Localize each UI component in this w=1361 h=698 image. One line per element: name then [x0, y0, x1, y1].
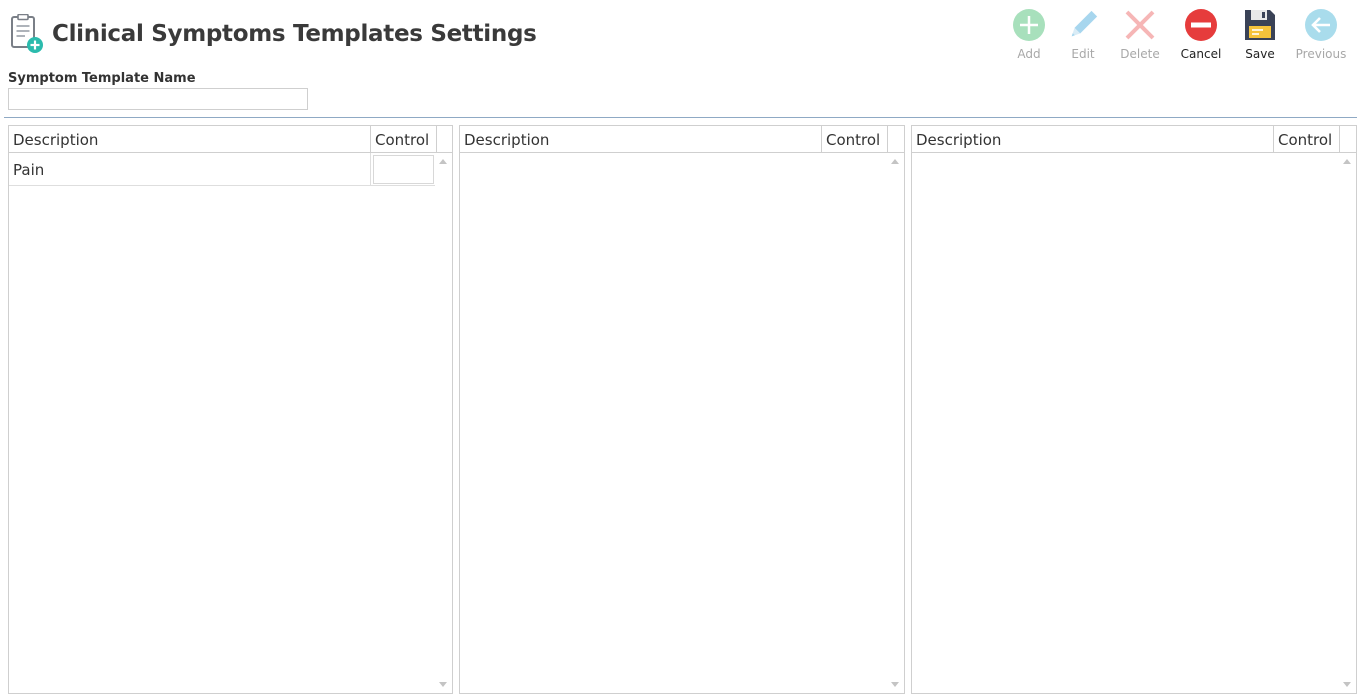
grid-scrollbar[interactable]	[887, 153, 904, 693]
symptom-grid-1: Description Control Pain	[8, 125, 453, 694]
column-header-description[interactable]: Description	[912, 126, 1274, 153]
edit-button[interactable]: Edit	[1055, 8, 1111, 64]
grid-header: Description Control	[460, 126, 904, 153]
template-name-label: Symptom Template Name	[8, 71, 196, 86]
cancel-icon	[1185, 9, 1217, 41]
scroll-up-arrow-icon[interactable]	[437, 156, 449, 168]
pencil-icon	[1071, 10, 1098, 37]
grid-scrollbar[interactable]	[435, 153, 452, 693]
symptom-grid-2: Description Control	[459, 125, 905, 694]
previous-label: Previous	[1295, 47, 1347, 61]
table-row[interactable]: Pain	[9, 153, 435, 186]
scroll-up-arrow-icon[interactable]	[1341, 156, 1353, 168]
grid-header: Description Control	[9, 126, 452, 153]
scroll-down-arrow-icon[interactable]	[1341, 678, 1353, 690]
add-button[interactable]: Add	[1001, 8, 1057, 64]
page-title: Clinical Symptoms Templates Settings	[52, 21, 537, 47]
template-name-input[interactable]	[8, 88, 308, 110]
toolbar: Add Edit Delete Cancel Save Previous	[1001, 8, 1361, 64]
delete-label: Delete	[1120, 47, 1160, 61]
cell-control-input[interactable]	[373, 155, 434, 184]
cancel-button[interactable]: Cancel	[1173, 8, 1229, 64]
floppy-disk-icon	[1245, 10, 1275, 40]
symptom-grid-3: Description Control	[911, 125, 1357, 694]
grid-scrollbar[interactable]	[1339, 153, 1356, 693]
scroll-down-arrow-icon[interactable]	[889, 678, 901, 690]
add-icon	[1013, 9, 1045, 41]
column-header-control[interactable]: Control	[371, 126, 437, 153]
add-label: Add	[1017, 47, 1041, 61]
column-header-control[interactable]: Control	[1274, 126, 1340, 153]
clipboard-add-icon	[10, 13, 44, 54]
scroll-up-arrow-icon[interactable]	[889, 156, 901, 168]
edit-label: Edit	[1071, 47, 1095, 61]
scroll-down-arrow-icon[interactable]	[437, 678, 449, 690]
save-button[interactable]: Save	[1232, 8, 1288, 64]
cancel-label: Cancel	[1180, 47, 1222, 61]
save-label: Save	[1245, 47, 1275, 61]
delete-x-icon	[1125, 10, 1155, 40]
delete-button[interactable]: Delete	[1112, 8, 1168, 64]
header-divider	[4, 117, 1357, 118]
arrow-left-icon	[1305, 9, 1337, 41]
previous-button[interactable]: Previous	[1293, 8, 1349, 64]
column-header-control[interactable]: Control	[822, 126, 888, 153]
column-header-description[interactable]: Description	[9, 126, 371, 153]
column-header-description[interactable]: Description	[460, 126, 822, 153]
grid-header: Description Control	[912, 126, 1356, 153]
cell-description: Pain	[9, 153, 371, 185]
